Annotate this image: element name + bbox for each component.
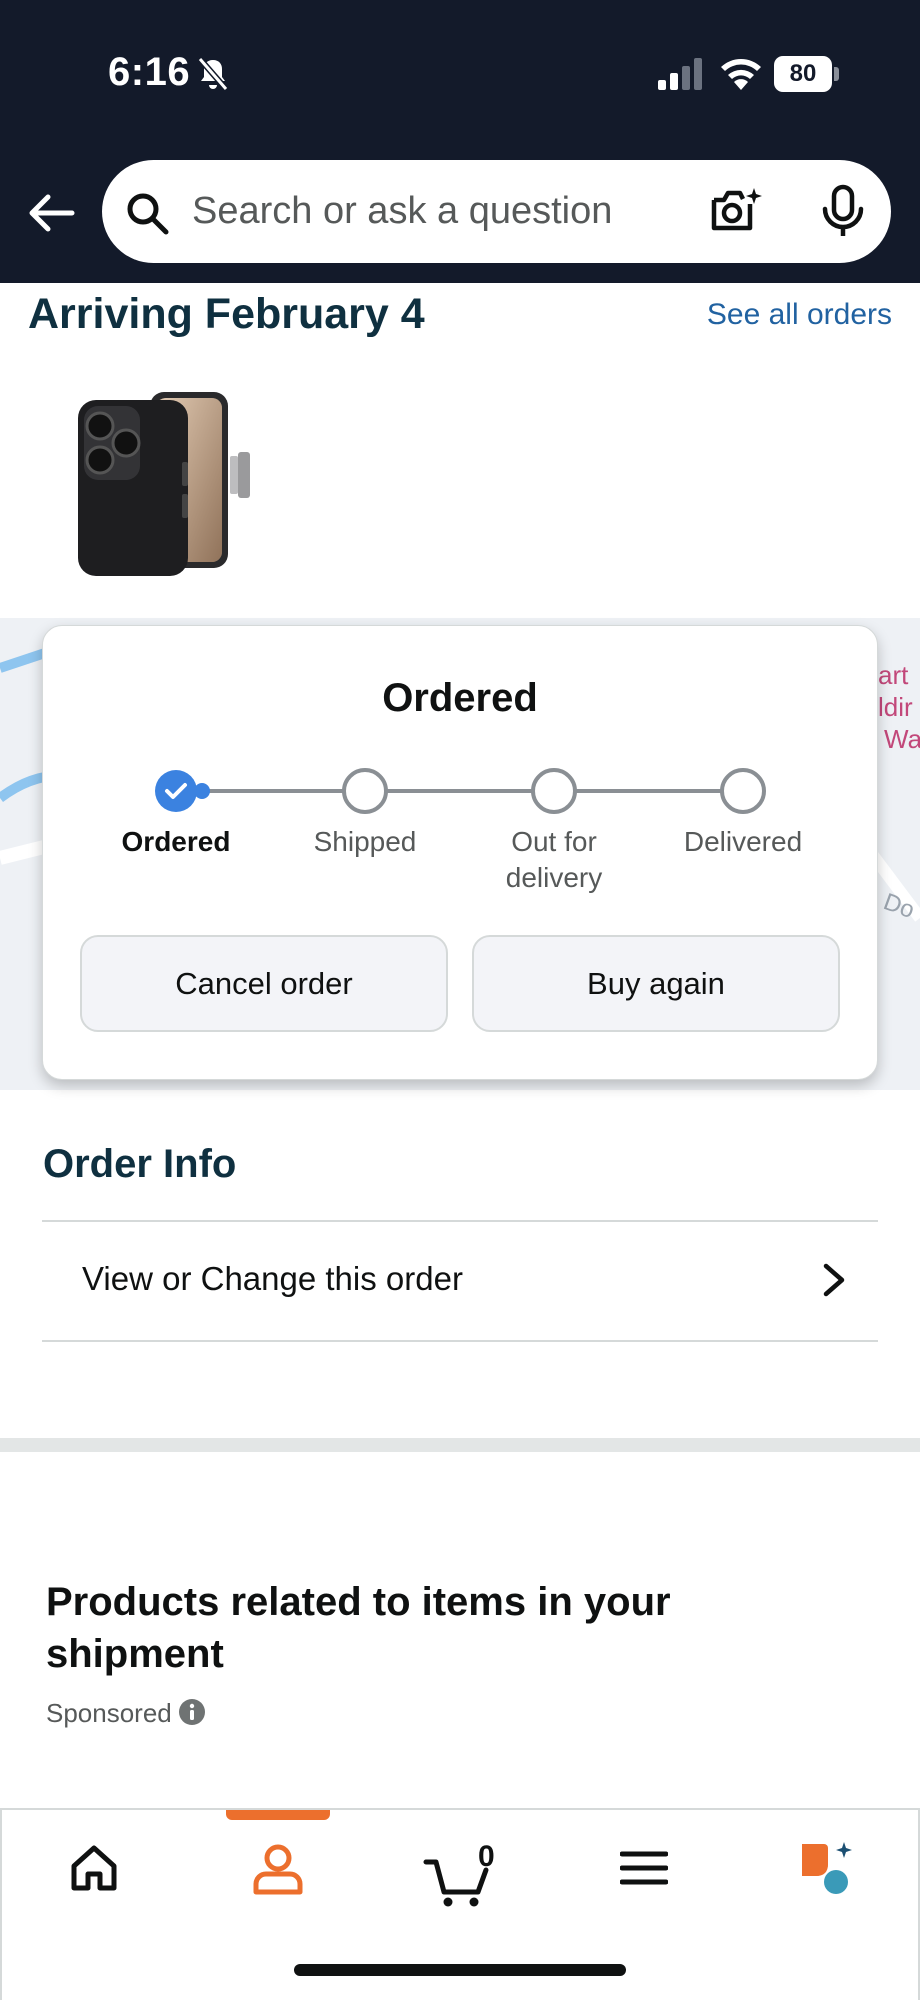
status-time: 6:16 — [108, 50, 191, 94]
product-image[interactable] — [64, 382, 254, 580]
search-input[interactable]: Search or ask a question — [192, 190, 612, 233]
step-label-out-for-delivery: Out for delivery — [505, 826, 603, 893]
svg-text:ldir: ldir — [878, 692, 913, 722]
home-icon — [71, 1845, 117, 1891]
svg-text:art: art — [878, 660, 909, 690]
section-separator — [0, 1438, 920, 1452]
account-icon — [253, 1844, 303, 1895]
svg-text:Wa: Wa — [884, 724, 920, 754]
view-change-order-row[interactable]: View or Change this order — [42, 1222, 878, 1340]
sponsored-label: Sponsored — [46, 1698, 172, 1728]
cart-count-badge: 0 — [478, 1840, 495, 1873]
nav-menu[interactable] — [620, 1840, 740, 1920]
cancel-order-button[interactable]: Cancel order — [80, 935, 448, 1032]
step-label-ordered: Ordered — [121, 826, 231, 857]
menu-icon — [620, 1851, 668, 1885]
nav-cart[interactable]: 0 — [422, 1840, 542, 1920]
info-icon[interactable] — [178, 1698, 206, 1726]
tracker-title: Ordered — [382, 676, 538, 720]
chevron-right-icon — [823, 1263, 845, 1297]
delivery-status-title: Arriving February 4 — [28, 290, 425, 338]
step-label-shipped: Shipped — [313, 826, 417, 857]
cellular-signal-icon — [658, 58, 702, 90]
search-icon — [127, 193, 169, 235]
related-products-heading: Products related to items in your shipme… — [46, 1580, 671, 1676]
active-tab-indicator — [226, 1810, 330, 1820]
rufus-ai-icon — [802, 1842, 852, 1894]
nav-account[interactable] — [250, 1840, 370, 1920]
wifi-icon — [721, 59, 761, 90]
nav-home[interactable] — [66, 1840, 186, 1920]
search-bar[interactable]: Search or ask a question — [102, 160, 891, 263]
top-header: 6:16 80 Search or ask a question — [0, 0, 920, 283]
buy-again-button[interactable]: Buy again — [472, 935, 840, 1032]
back-arrow-icon[interactable] — [26, 188, 76, 238]
camera-search-icon[interactable] — [710, 186, 762, 234]
microphone-icon[interactable] — [818, 184, 868, 238]
order-tracker-card: Ordered Ordered Shipped Out for delivery… — [42, 625, 878, 1080]
order-info-heading: Order Info — [43, 1142, 237, 1186]
see-all-orders-link[interactable]: See all orders — [707, 298, 892, 332]
home-indicator — [294, 1964, 626, 1976]
step-label-delivered: Delivered — [683, 826, 803, 857]
step-circle — [720, 768, 766, 814]
step-circle — [531, 768, 577, 814]
view-change-order-label: View or Change this order — [82, 1260, 463, 1297]
shipment-progress — [155, 768, 766, 814]
battery-level: 80 — [774, 56, 832, 92]
divider — [42, 1340, 878, 1342]
step-circle — [155, 770, 197, 812]
battery-indicator: 80 — [774, 56, 840, 92]
step-circle — [342, 768, 388, 814]
nav-rufus-ai[interactable] — [798, 1840, 918, 1920]
bell-muted-icon — [197, 57, 229, 91]
